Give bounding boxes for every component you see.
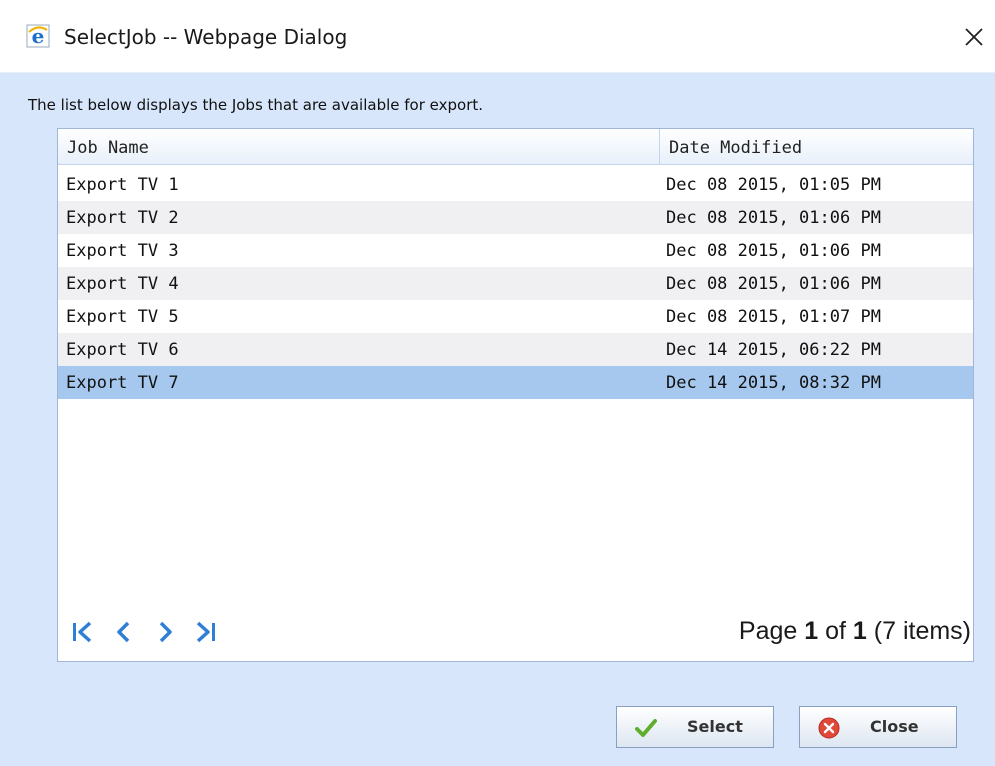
job-name-cell: Export TV 6 [66, 340, 179, 360]
page-word: Page [738, 617, 798, 645]
date-modified-cell: Dec 14 2015, 06:22 PM [666, 340, 881, 360]
close-button[interactable]: Close [799, 706, 957, 748]
pager: Page 1 of 1 (7 items) [58, 617, 973, 659]
total-pages: 1 [852, 617, 867, 645]
table-row[interactable]: Export TV 1 Dec 08 2015, 01:05 PM [58, 168, 973, 201]
close-button-label: Close [870, 717, 919, 736]
page-info: Page 1 of 1 (7 items) [739, 617, 971, 646]
job-name-cell: Export TV 2 [66, 208, 179, 228]
date-modified-cell: Dec 14 2015, 08:32 PM [666, 373, 881, 393]
current-page: 1 [804, 617, 819, 645]
date-modified-cell: Dec 08 2015, 01:07 PM [666, 307, 881, 327]
table-row-selected[interactable]: Export TV 7 Dec 14 2015, 08:32 PM [58, 366, 973, 399]
date-modified-cell: Dec 08 2015, 01:06 PM [666, 274, 881, 294]
jobs-grid: Job Name Date Modified Export TV 1 Dec 0… [57, 128, 974, 662]
of-word: of [825, 617, 846, 645]
table-row[interactable]: Export TV 4 Dec 08 2015, 01:06 PM [58, 267, 973, 300]
close-icon[interactable] [963, 26, 985, 48]
date-modified-cell: Dec 08 2015, 01:06 PM [666, 208, 881, 228]
title-bar: e SelectJob -- Webpage Dialog [0, 0, 995, 73]
date-modified-cell: Dec 08 2015, 01:05 PM [666, 175, 881, 195]
dialog-title: SelectJob -- Webpage Dialog [64, 25, 348, 49]
close-circle-icon [818, 717, 840, 739]
select-button-label: Select [687, 717, 743, 736]
last-page-icon[interactable] [192, 619, 218, 645]
select-button[interactable]: Select [616, 706, 774, 748]
grid-header: Job Name Date Modified [58, 129, 973, 165]
items-count: (7 items) [873, 617, 971, 645]
job-name-cell: Export TV 1 [66, 175, 179, 195]
table-row[interactable]: Export TV 5 Dec 08 2015, 01:07 PM [58, 300, 973, 333]
checkmark-icon [635, 719, 657, 737]
date-modified-cell: Dec 08 2015, 01:06 PM [666, 241, 881, 261]
column-header-date-modified[interactable]: Date Modified [669, 138, 802, 158]
next-page-icon[interactable] [152, 619, 178, 645]
job-name-cell: Export TV 5 [66, 307, 179, 327]
column-divider[interactable] [659, 129, 660, 164]
first-page-icon[interactable] [70, 619, 96, 645]
job-name-cell: Export TV 4 [66, 274, 179, 294]
internet-explorer-icon: e [26, 24, 50, 48]
job-name-cell: Export TV 3 [66, 241, 179, 261]
description-text: The list below displays the Jobs that ar… [28, 96, 484, 114]
table-row[interactable]: Export TV 2 Dec 08 2015, 01:06 PM [58, 201, 973, 234]
job-name-cell: Export TV 7 [66, 373, 179, 393]
previous-page-icon[interactable] [111, 619, 137, 645]
table-row[interactable]: Export TV 3 Dec 08 2015, 01:06 PM [58, 234, 973, 267]
table-row[interactable]: Export TV 6 Dec 14 2015, 06:22 PM [58, 333, 973, 366]
column-header-job-name[interactable]: Job Name [67, 138, 149, 158]
